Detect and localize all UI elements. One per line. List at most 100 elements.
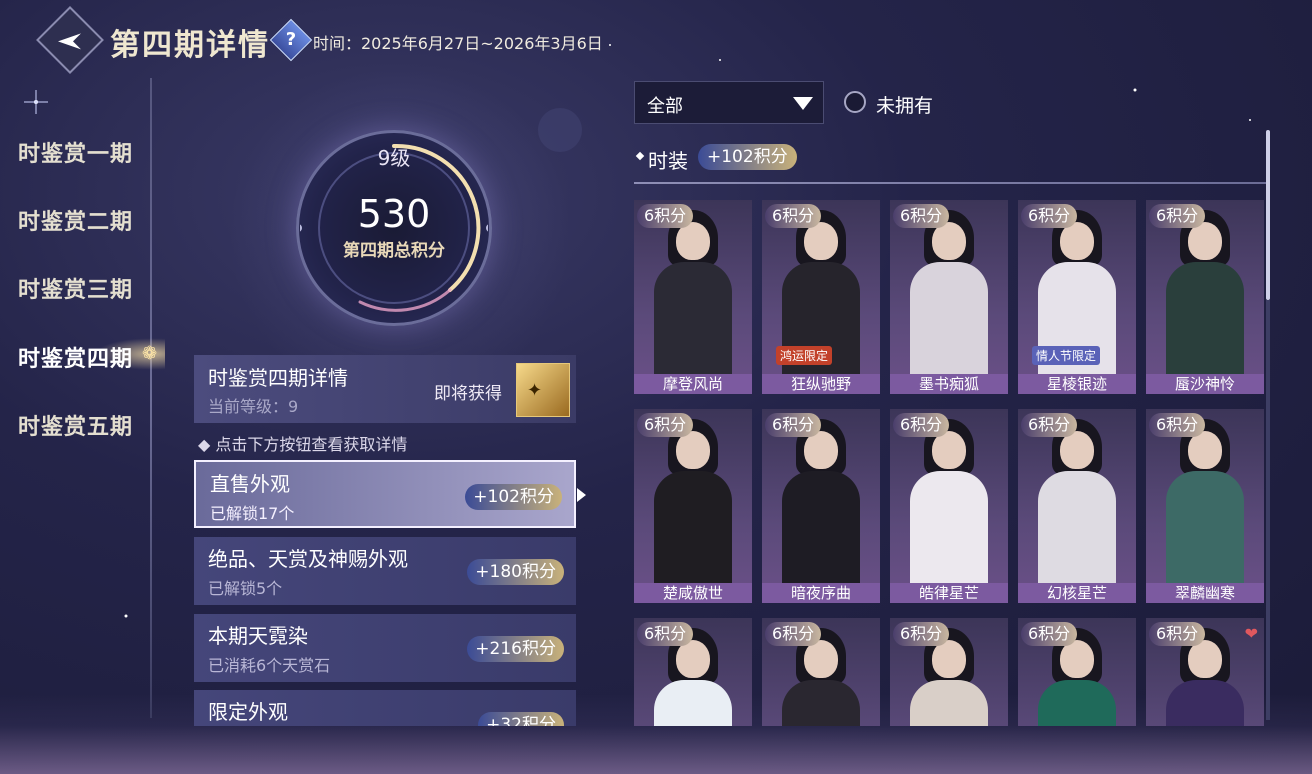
outfit-card[interactable]: 6积分 楚咸傲世 — [634, 409, 752, 603]
category-points-badge: +216积分 — [467, 636, 564, 662]
category-title: 本期天霓染 — [208, 624, 308, 648]
section-points-badge: +102积分 — [698, 144, 797, 170]
sidebar-item-period-3[interactable]: 时鉴赏三期 — [18, 272, 133, 304]
chevron-down-icon — [793, 97, 813, 110]
outfit-points-badge: 6积分 — [765, 413, 822, 437]
outfit-points-badge: 6积分 — [1021, 413, 1078, 437]
outfit-limited-badge: 情人节限定 — [1032, 346, 1101, 365]
outfit-points-badge: 6积分 — [1149, 204, 1206, 228]
sidebar-item-period-2[interactable]: 时鉴赏二期 — [18, 204, 133, 236]
outfit-points-badge: 6积分 — [637, 413, 694, 437]
category-premium-button[interactable]: 绝品、天赏及神赐外观 已解锁5个 +180积分 — [194, 537, 576, 605]
period-time-label: 时间：2025年6月27日~2026年3月6日 — [313, 34, 603, 53]
outfit-portrait-body — [654, 680, 732, 726]
outfit-card[interactable]: 6积分蜃沙神怜 — [1146, 200, 1264, 394]
category-points-badge: +32积分 — [478, 712, 564, 726]
outfit-points-badge: 6积分 — [765, 622, 822, 646]
heart-icon: ❤ — [1244, 624, 1258, 643]
category-subtitle: 已解锁5个 — [208, 579, 283, 598]
outfit-portrait-body — [1166, 680, 1244, 726]
outfit-name: 狂纵驰野 — [762, 374, 880, 394]
section-title: 时装 — [648, 149, 688, 173]
outfit-points-badge: 6积分 — [637, 622, 694, 646]
outfit-points-badge: 6积分 — [1149, 622, 1206, 646]
outfit-name: 翠麟幽寒 — [1146, 583, 1264, 603]
outfit-points-badge: 6积分 — [893, 622, 950, 646]
outfit-points-badge: 6积分 — [893, 204, 950, 228]
category-limited-button[interactable]: 限定外观 +32积分 — [194, 690, 576, 726]
outfit-name: 皓律星芒 — [890, 583, 1008, 603]
outfit-points-badge: 6积分 — [637, 204, 694, 228]
outfit-name: 墨书痴狐 — [890, 374, 1008, 394]
outfit-name: 摩登风尚 — [634, 374, 752, 394]
outfit-points-badge: 6积分 — [1021, 204, 1078, 228]
category-dye-button[interactable]: 本期天霓染 已消耗6个天赏石 +216积分 — [194, 614, 576, 682]
outfit-portrait-body — [1166, 262, 1244, 382]
outfit-card[interactable]: 6积分幻核星芒 — [1018, 409, 1136, 603]
total-score-value: 530 — [357, 192, 431, 236]
outfit-portrait-body — [654, 262, 732, 382]
filter-selected-value: 全部 — [647, 96, 683, 117]
selected-arrow-icon — [577, 488, 586, 502]
category-points-badge: +180积分 — [467, 559, 564, 585]
back-arrow-icon — [58, 33, 81, 50]
current-level-text: 当前等级：9 — [208, 397, 299, 416]
upcoming-reward-label: 即将获得 — [434, 384, 502, 404]
outfit-name: 暗夜序曲 — [762, 583, 880, 603]
outfit-card[interactable]: 6积分暗夜序曲 — [762, 409, 880, 603]
category-subtitle: 已消耗6个天赏石 — [208, 656, 331, 675]
not-owned-radio[interactable] — [844, 91, 866, 113]
outfit-name: 幻核星芒 — [1018, 583, 1136, 603]
section-bullet-icon — [635, 151, 645, 161]
outfit-portrait-body — [1166, 471, 1244, 591]
outfit-grid: 6积分 摩登风尚 6积分 鸿运限定 狂纵驰野 6积分 墨书痴狐 6积分 情人节限定 星棱银迹 6积分… — [634, 200, 1268, 726]
outfit-portrait-body — [910, 471, 988, 591]
total-score-label: 第四期总积分 — [343, 241, 445, 261]
outfit-portrait-body — [910, 680, 988, 726]
help-button[interactable]: ? — [269, 18, 313, 62]
outfit-portrait-body — [910, 262, 988, 382]
outfit-points-badge: 6积分 — [893, 413, 950, 437]
outfit-card[interactable]: 6积分 — [762, 618, 880, 726]
outfit-points-badge: 6积分 — [1021, 622, 1078, 646]
outfit-card[interactable]: 6积分 — [890, 618, 1008, 726]
sidebar-item-period-1[interactable]: 时鉴赏一期 — [18, 136, 133, 168]
sidebar-item-period-5[interactable]: 时鉴赏五期 — [18, 409, 133, 441]
outfit-card[interactable]: 6积分墨书痴狐 — [890, 200, 1008, 394]
outfit-points-badge: 6积分 — [765, 204, 822, 228]
outfit-card[interactable]: 6积分 ❤ — [1146, 618, 1264, 726]
outfit-card[interactable]: 6积分皓律星芒 — [890, 409, 1008, 603]
period-detail-title: 时鉴赏四期详情 — [208, 366, 348, 390]
category-subtitle: 已解锁17个 — [210, 504, 295, 523]
outfit-card[interactable]: 6积分 情人节限定 星棱银迹 — [1018, 200, 1136, 394]
sidebar-divider — [150, 78, 152, 718]
category-title: 直售外观 — [210, 472, 290, 496]
outfit-card[interactable]: 6积分 鸿运限定 狂纵驰野 — [762, 200, 880, 394]
section-divider — [634, 182, 1268, 184]
category-title: 绝品、天赏及神赐外观 — [208, 547, 408, 571]
back-button[interactable] — [36, 6, 104, 74]
outfit-portrait-body — [782, 471, 860, 591]
not-owned-label[interactable]: 未拥有 — [876, 91, 933, 118]
sidebar-item-period-4[interactable]: 时鉴赏四期 — [18, 341, 133, 373]
outfit-points-badge: 6积分 — [1149, 413, 1206, 437]
outfit-portrait-body — [782, 680, 860, 726]
outfit-name: 蜃沙神怜 — [1146, 374, 1264, 394]
outfit-card[interactable]: 6积分摩登风尚 — [634, 200, 752, 394]
outfit-card[interactable]: 6积分 — [634, 618, 752, 726]
filter-dropdown[interactable]: 全部 — [634, 81, 824, 124]
active-marker-icon: ❁ — [142, 343, 158, 364]
upcoming-reward-icon[interactable]: ✦ — [516, 363, 570, 417]
category-title: 限定外观 — [208, 700, 288, 724]
category-direct-sale-button[interactable]: 直售外观 已解锁17个 +102积分 — [194, 460, 576, 528]
reward-crest-icon: ✦ — [527, 380, 543, 401]
outfit-portrait-body — [1038, 680, 1116, 726]
outfit-card[interactable]: 6积分翠麟幽寒 — [1146, 409, 1264, 603]
page-title: 第四期详情 — [110, 28, 270, 63]
outfit-portrait-body — [654, 471, 732, 591]
outfit-portrait-body — [1038, 471, 1116, 591]
question-icon: ? — [285, 29, 297, 50]
outfit-card[interactable]: 6积分 — [1018, 618, 1136, 726]
level-label: 9级 — [377, 146, 411, 170]
hint-text: ◆ 点击下方按钮查看获取详情 — [198, 435, 408, 454]
